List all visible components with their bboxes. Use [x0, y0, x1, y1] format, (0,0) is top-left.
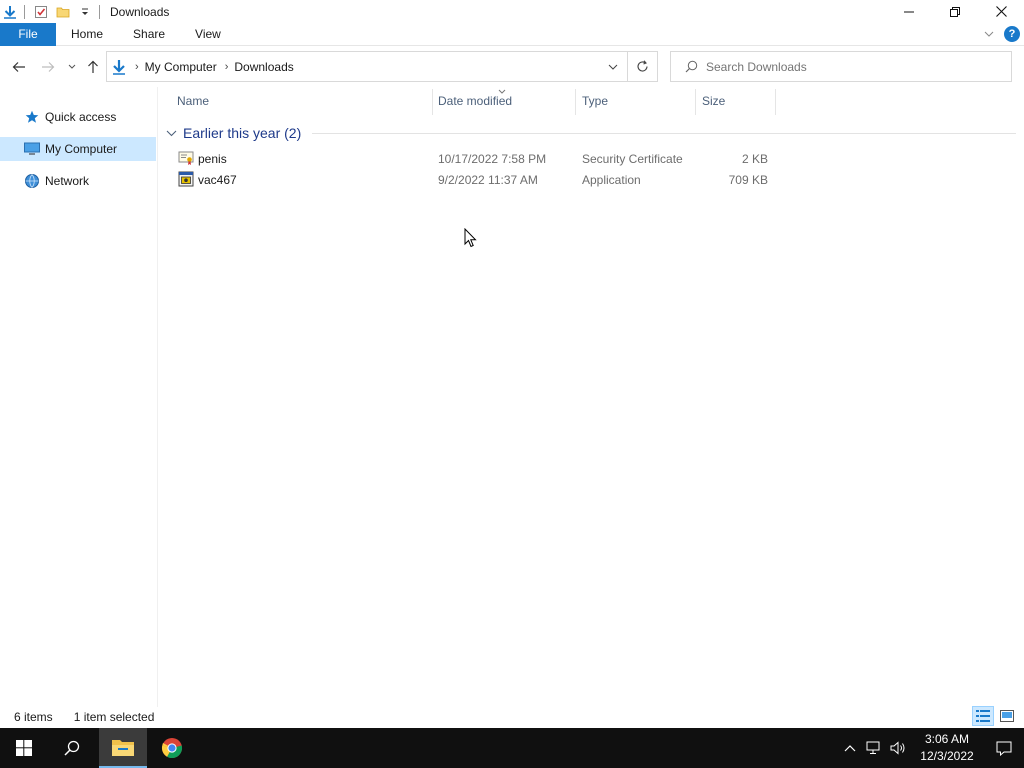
downloads-arrow-icon — [2, 4, 18, 20]
search-icon — [685, 60, 698, 73]
search-taskbar-button[interactable] — [48, 728, 96, 768]
help-icon[interactable]: ? — [1004, 26, 1020, 42]
ribbon-right-controls: ? — [984, 26, 1020, 42]
file-date: 9/2/2022 11:37 AM — [438, 172, 538, 187]
nav-item-label: Network — [45, 174, 90, 188]
address-bar[interactable]: › My Computer › Downloads — [106, 51, 658, 82]
tab-view[interactable]: View — [180, 23, 236, 46]
nav-item-label: My Computer — [45, 142, 118, 156]
file-type: Application — [582, 172, 641, 187]
clock-date: 12/3/2022 — [920, 749, 974, 763]
file-explorer-taskbar-button[interactable] — [99, 728, 147, 768]
minimize-button[interactable] — [886, 0, 932, 23]
file-type: Security Certificate — [582, 151, 683, 166]
network-icon — [24, 173, 40, 189]
column-headers: Name Date modified Type Size — [158, 87, 1024, 115]
restore-button[interactable] — [932, 0, 978, 23]
up-button[interactable] — [81, 55, 105, 79]
status-bar: 6 items 1 item selected — [0, 706, 1024, 728]
system-tray: 3:06 AM 12/3/2022 — [838, 728, 1024, 768]
forward-button[interactable] — [36, 55, 60, 79]
nav-item-my-computer[interactable]: My Computer — [0, 137, 156, 161]
column-header-size[interactable]: Size — [702, 87, 775, 115]
expand-ribbon-chevron-icon[interactable] — [984, 27, 994, 41]
column-divider[interactable] — [575, 89, 576, 115]
breadcrumb-chevron-icon[interactable]: › — [225, 61, 229, 73]
group-divider — [312, 133, 1016, 134]
selection-count: 1 item selected — [73, 710, 155, 724]
back-button[interactable] — [7, 55, 31, 79]
ribbon-tabs: File Home Share View ? — [0, 22, 1024, 46]
network-tray-icon[interactable] — [862, 728, 886, 768]
item-count: 6 items — [14, 710, 53, 724]
window-title: Downloads — [110, 4, 170, 19]
pane-divider[interactable] — [157, 87, 158, 707]
tab-file[interactable]: File — [0, 22, 56, 46]
file-row[interactable]: vac467 9/2/2022 11:37 AM Application 709… — [172, 169, 776, 190]
downloads-location-icon — [111, 59, 127, 75]
column-divider[interactable] — [432, 89, 433, 115]
toolbar-divider — [99, 4, 100, 19]
toolbar-divider — [24, 4, 25, 19]
taskbar: 3:06 AM 12/3/2022 — [0, 728, 1024, 768]
computer-icon — [24, 141, 40, 157]
navigation-bar: › My Computer › Downloads — [0, 47, 1024, 87]
nav-item-label: Quick access — [45, 110, 117, 124]
show-hidden-icons-chevron-icon[interactable] — [838, 728, 862, 768]
notification-center-icon[interactable] — [984, 728, 1024, 768]
group-header[interactable]: Earlier this year (2) — [166, 123, 301, 143]
properties-icon[interactable] — [33, 4, 49, 20]
customize-toolbar-chevron-icon[interactable] — [77, 4, 93, 20]
file-name: penis — [198, 151, 227, 166]
window-controls — [886, 0, 1024, 23]
application-icon — [178, 171, 194, 187]
collapse-chevron-icon[interactable] — [166, 130, 177, 137]
column-divider[interactable] — [695, 89, 696, 115]
address-dropdown-chevron-icon[interactable] — [599, 52, 627, 81]
refresh-button[interactable] — [627, 52, 657, 81]
nav-item-quick-access[interactable]: Quick access — [0, 105, 156, 129]
search-input[interactable] — [706, 59, 996, 74]
column-header-name[interactable]: Name — [177, 87, 432, 115]
tab-home[interactable]: Home — [56, 23, 118, 46]
mouse-cursor-icon — [464, 227, 478, 251]
start-button[interactable] — [0, 728, 48, 768]
breadcrumb-downloads[interactable]: Downloads — [234, 60, 293, 74]
view-toggle — [970, 706, 1018, 726]
nav-item-network[interactable]: Network — [0, 169, 156, 193]
close-button[interactable] — [978, 0, 1024, 23]
file-name: vac467 — [198, 172, 237, 187]
column-header-type[interactable]: Type — [582, 87, 695, 115]
quick-access-toolbar — [0, 0, 106, 23]
large-icons-view-button[interactable] — [996, 706, 1018, 726]
clock-time: 3:06 AM — [924, 732, 970, 746]
chrome-taskbar-button[interactable] — [148, 728, 196, 768]
details-view-button[interactable] — [972, 706, 994, 726]
file-size: 709 KB — [728, 172, 768, 187]
column-header-date-modified[interactable]: Date modified — [438, 87, 575, 115]
star-icon — [24, 109, 40, 125]
clock[interactable]: 3:06 AM 12/3/2022 — [914, 731, 980, 765]
title-bar: Downloads — [0, 0, 1024, 23]
group-title: Earlier this year (2) — [183, 125, 302, 141]
breadcrumb-my-computer[interactable]: My Computer — [145, 60, 217, 74]
breadcrumb-chevron-icon[interactable]: › — [135, 61, 139, 73]
column-divider[interactable] — [775, 89, 776, 115]
search-box[interactable] — [670, 51, 1012, 82]
new-folder-icon[interactable] — [55, 4, 71, 20]
file-date: 10/17/2022 7:58 PM — [438, 151, 547, 166]
file-size: 2 KB — [741, 151, 768, 166]
certificate-icon — [178, 150, 194, 166]
navigation-pane: Quick access My Computer Network — [0, 87, 157, 707]
volume-icon[interactable] — [886, 728, 910, 768]
file-row[interactable]: penis 10/17/2022 7:58 PM Security Certif… — [172, 148, 776, 169]
tab-share[interactable]: Share — [118, 23, 180, 46]
